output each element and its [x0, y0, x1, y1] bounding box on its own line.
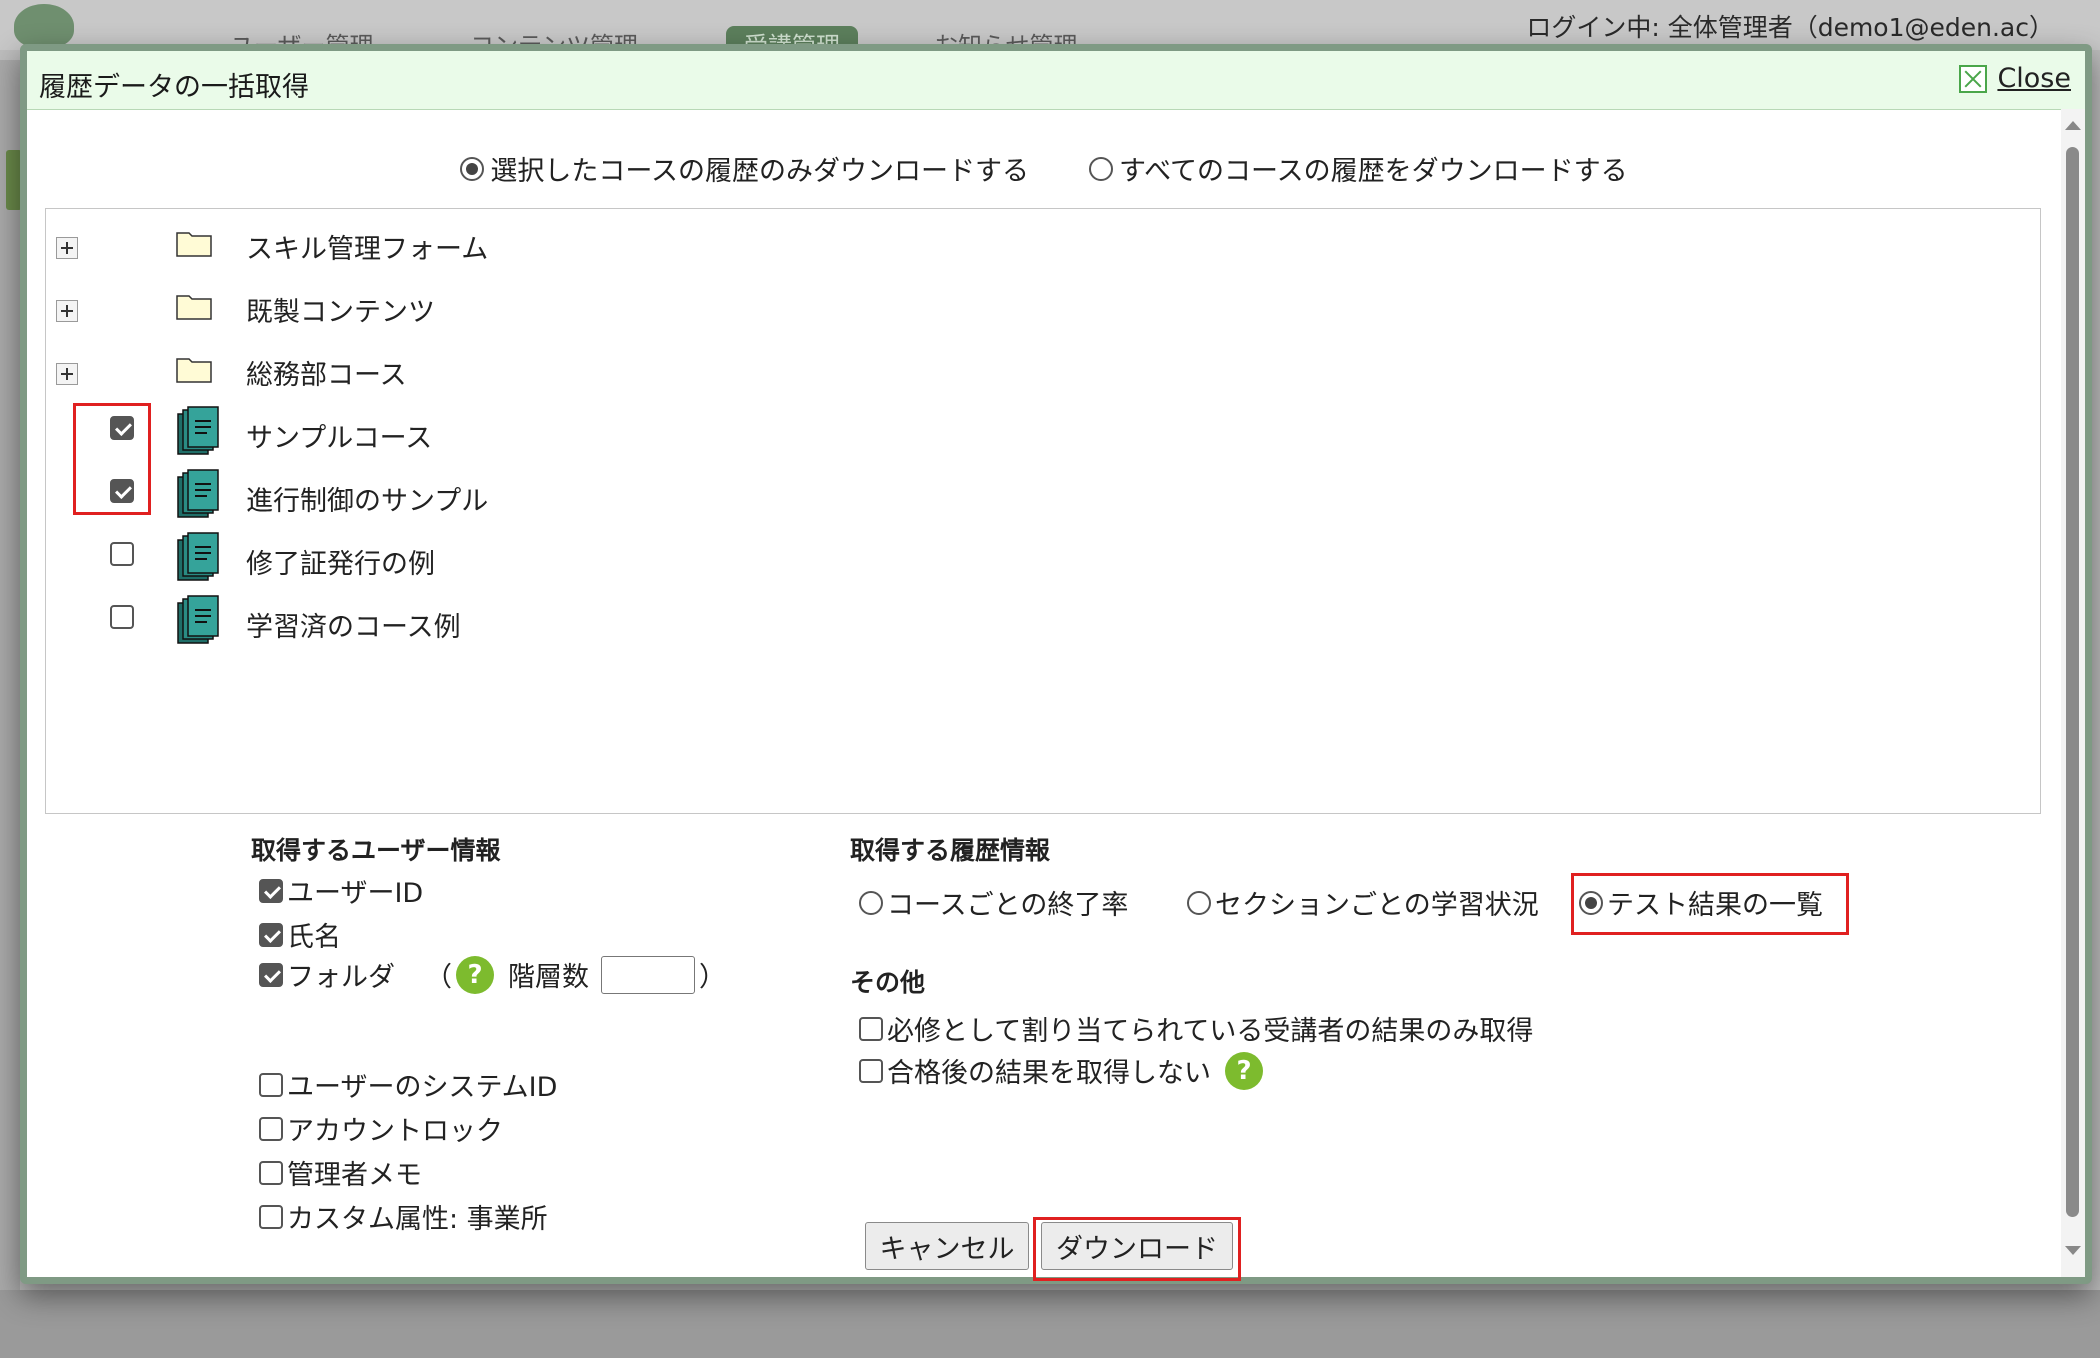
scope-selected-radio[interactable] — [460, 156, 485, 181]
scope-selected-courses[interactable]: 選択したコースの履歴のみダウンロードする — [460, 149, 1029, 188]
tree-folder-general-affairs[interactable]: 総務部コース — [46, 335, 2040, 395]
help-icon[interactable]: ? — [1225, 1051, 1263, 1090]
folder-icon — [176, 232, 212, 257]
tree-label: サンプルコース — [246, 423, 433, 454]
opt-label: カスタム属性: 事業所 — [287, 1204, 548, 1235]
tree-label: 進行制御のサンプル — [246, 486, 489, 517]
course-icon — [177, 406, 219, 455]
opt-label: 管理者メモ — [287, 1160, 422, 1191]
opt-label: 合格後の結果を取得しない — [887, 1058, 1211, 1089]
dialog-title: 履歴データの一括取得 — [39, 72, 309, 103]
folder-icon — [176, 358, 212, 383]
course-checkbox[interactable] — [110, 542, 134, 566]
course-icon — [177, 595, 219, 644]
checkbox[interactable] — [259, 1204, 283, 1229]
scroll-down-icon[interactable] — [2065, 1246, 2081, 1255]
folder-icon — [176, 295, 212, 320]
tree-folder-prebuilt[interactable]: 既製コンテンツ — [46, 272, 2040, 332]
history-info-title: 取得する履歴情報 — [850, 836, 1051, 865]
course-icon — [177, 532, 219, 581]
checkbox[interactable] — [259, 1116, 283, 1141]
close-button[interactable]: Close — [1959, 63, 2071, 94]
tree-label: スキル管理フォーム — [246, 234, 489, 265]
checkbox[interactable] — [259, 922, 283, 947]
opt-label: アカウントロック — [287, 1116, 503, 1147]
radio[interactable] — [859, 890, 883, 915]
expand-icon[interactable] — [56, 237, 78, 259]
tree-label: 既製コンテンツ — [246, 297, 435, 328]
scope-all-radio[interactable] — [1088, 156, 1113, 181]
expand-icon[interactable] — [56, 300, 78, 322]
tree-course-certificate[interactable]: 修了証発行の例 — [46, 524, 2040, 584]
download-scope-group: 選択したコースの履歴のみダウンロードする すべてのコースの履歴をダウンロードする — [27, 149, 2061, 188]
opt-section-status[interactable]: セクションごとの学習状況 — [1187, 883, 1539, 922]
opt-system-id[interactable]: ユーザーのシステムID — [259, 1065, 557, 1104]
scroll-thumb[interactable] — [2066, 147, 2079, 1217]
opt-full-name[interactable]: 氏名 — [259, 915, 341, 954]
tree-label: 修了証発行の例 — [246, 549, 435, 580]
course-tree: スキル管理フォーム 既製コンテンツ 総務部コース サンプルコース 進行制御のサン… — [45, 208, 2041, 814]
checkbox[interactable] — [859, 1016, 883, 1041]
tree-label: 学習済のコース例 — [246, 612, 461, 643]
help-icon[interactable]: ? — [456, 955, 494, 994]
highlight-checked-courses — [73, 403, 151, 515]
dialog-scrollbar[interactable] — [2061, 109, 2085, 1277]
close-label[interactable]: Close — [1997, 63, 2071, 94]
tree-label: 総務部コース — [246, 360, 407, 391]
highlight-download-button — [1033, 1217, 1241, 1281]
opt-label: セクションごとの学習状況 — [1215, 890, 1539, 921]
scope-selected-label: 選択したコースの履歴のみダウンロードする — [490, 156, 1029, 187]
opt-label: ユーザーID — [287, 878, 424, 909]
course-checkbox[interactable] — [110, 605, 134, 629]
opt-skip-after-pass-row: 合格後の結果を取得しない ? — [859, 1051, 1263, 1090]
background-sidebar — [0, 60, 20, 1300]
opt-folder-row: フォルダ （ ? 階層数 ） — [259, 955, 726, 994]
close-icon[interactable] — [1959, 64, 1988, 93]
opt-label: フォルダ — [287, 962, 395, 993]
opt-label: コースごとの終了率 — [887, 890, 1129, 921]
radio[interactable] — [1187, 890, 1211, 915]
checkbox[interactable] — [259, 878, 283, 903]
scroll-up-icon[interactable] — [2065, 121, 2081, 130]
tree-folder-skill[interactable]: スキル管理フォーム — [46, 209, 2040, 269]
scope-all-courses[interactable]: すべてのコースの履歴をダウンロードする — [1088, 149, 1628, 188]
tree-course-completed[interactable]: 学習済のコース例 — [46, 587, 2040, 647]
checkbox[interactable] — [859, 1058, 883, 1083]
opt-label: ユーザーのシステムID — [287, 1072, 558, 1103]
depth-input[interactable] — [601, 955, 695, 994]
opt-required-only[interactable]: 必修として割り当てられている受講者の結果のみ取得 — [859, 1009, 1533, 1048]
user-info-title: 取得するユーザー情報 — [251, 836, 501, 865]
opt-admin-memo[interactable]: 管理者メモ — [259, 1153, 422, 1192]
scope-all-label: すべてのコースの履歴をダウンロードする — [1118, 156, 1628, 187]
course-icon — [177, 469, 219, 518]
checkbox[interactable] — [259, 1072, 283, 1097]
highlight-test-results — [1571, 873, 1849, 935]
tree-course-progress-control[interactable]: 進行制御のサンプル — [46, 461, 2040, 521]
opt-account-lock[interactable]: アカウントロック — [259, 1109, 503, 1148]
opt-completion-rate[interactable]: コースごとの終了率 — [859, 883, 1128, 922]
cancel-button[interactable]: キャンセル — [865, 1222, 1029, 1270]
opt-label: 必修として割り当てられている受講者の結果のみ取得 — [887, 1016, 1534, 1047]
opt-custom-attr-office[interactable]: カスタム属性: 事業所 — [259, 1197, 548, 1236]
opt-user-id[interactable]: ユーザーID — [259, 871, 423, 910]
expand-icon[interactable] — [56, 363, 78, 385]
depth-label: 階層数 — [508, 962, 589, 993]
tree-course-sample[interactable]: サンプルコース — [46, 398, 2040, 458]
checkbox[interactable] — [259, 1160, 283, 1185]
logo-icon — [14, 4, 74, 48]
dialog-titlebar: 履歴データの一括取得 Close — [27, 51, 2085, 110]
paren-open: （ — [425, 962, 452, 993]
opt-folder[interactable]: フォルダ — [259, 955, 395, 994]
paren-close: ） — [699, 962, 726, 993]
opt-skip-after-pass[interactable]: 合格後の結果を取得しない — [859, 1051, 1211, 1090]
opt-label: 氏名 — [287, 922, 341, 953]
background-footer — [0, 1290, 2100, 1358]
app-header: ユーザー管理 コンテンツ管理 受講管理 お知らせ管理 ログイン中: 全体管理者（… — [0, 0, 2100, 50]
bulk-history-dialog: 履歴データの一括取得 Close 選択したコースの履歴のみダウンロードする すべ… — [20, 44, 2092, 1284]
checkbox[interactable] — [259, 962, 283, 987]
login-status: ログイン中: 全体管理者（demo1@eden.ac） — [1526, 13, 2054, 42]
other-title: その他 — [850, 968, 926, 997]
